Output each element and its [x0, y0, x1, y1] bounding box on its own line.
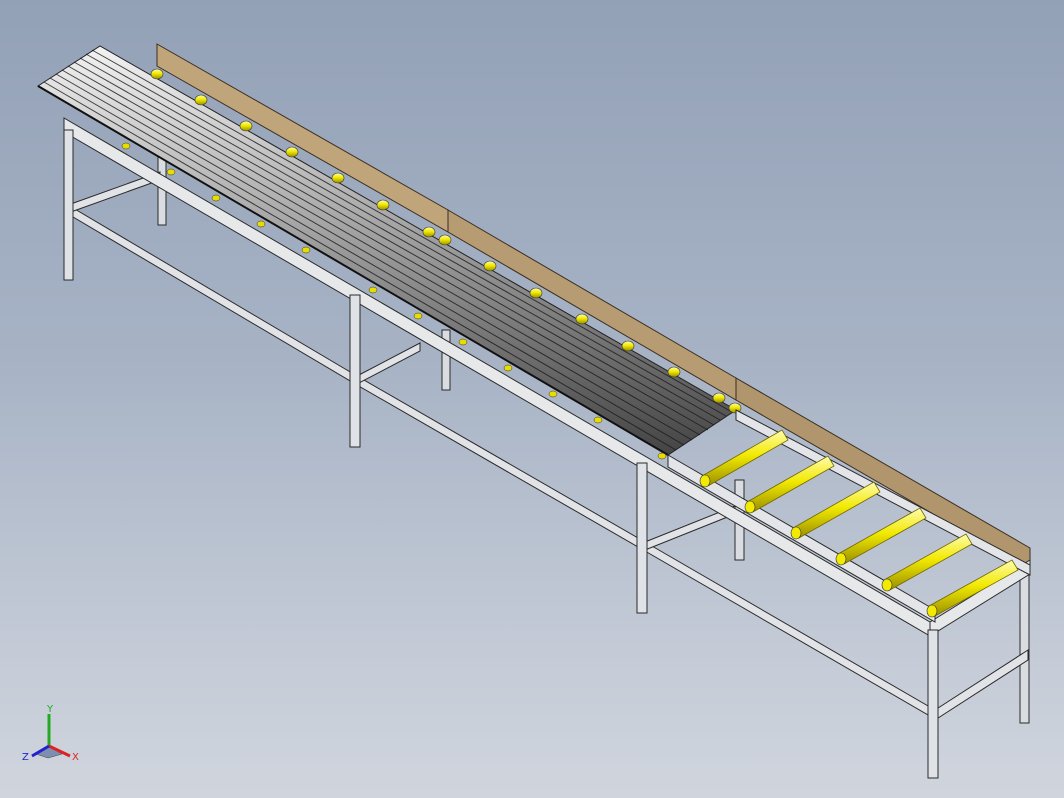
orientation-triad[interactable]: Y X Z — [18, 700, 88, 770]
axis-triad-graphic: Y X Z — [22, 704, 79, 763]
frame-stretchers — [67, 171, 1029, 721]
x-axis-label: X — [72, 752, 79, 763]
roller-conveyor-model[interactable] — [0, 0, 1064, 798]
cad-viewport[interactable]: Y X Z — [0, 0, 1064, 798]
z-axis-label: Z — [22, 752, 29, 763]
y-axis-label: Y — [46, 704, 54, 715]
